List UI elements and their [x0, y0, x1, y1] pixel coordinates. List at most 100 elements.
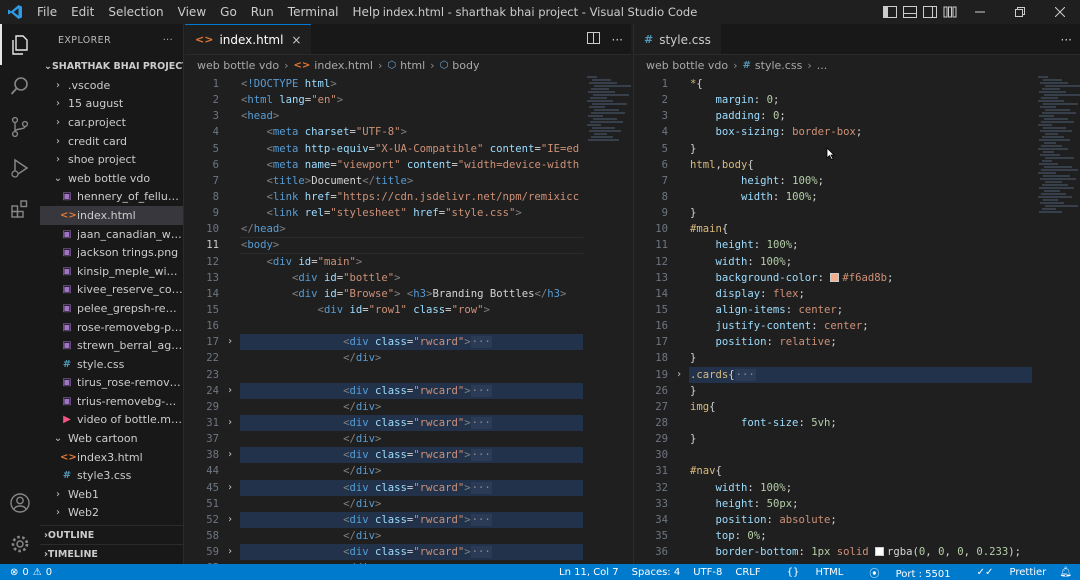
code-line[interactable]: 10 </head>	[185, 221, 583, 237]
minimize-icon[interactable]	[960, 0, 1000, 24]
color-swatch-icon[interactable]	[875, 547, 885, 557]
code-line[interactable]: 31 › <div class="rwcard">···	[185, 414, 583, 432]
file-item[interactable]: ▣ pelee_grepsh-remov...	[40, 299, 183, 318]
explorer-more-icon[interactable]: ···	[163, 35, 173, 46]
close-window-icon[interactable]	[1040, 0, 1080, 24]
code-line[interactable]: 26}	[634, 383, 1032, 399]
encoding[interactable]: UTF-8	[693, 567, 722, 578]
code-line[interactable]: 16	[185, 318, 583, 334]
folded-ellipsis[interactable]: ···	[470, 384, 492, 397]
menu-selection[interactable]: Selection	[101, 0, 170, 24]
code-line[interactable]: 7 height: 100%;	[634, 173, 1032, 189]
code-line[interactable]: 34 position: absolute;	[634, 512, 1032, 528]
code-line[interactable]: 17 › <div class="rwcard">···	[185, 334, 583, 351]
code-editor-html[interactable]: 1 <!DOCTYPE html> 2 <html lang="en"> 3 <head>…	[185, 76, 583, 564]
fold-chevron-icon[interactable]: ›	[227, 480, 237, 496]
more-actions-icon[interactable]: ···	[1061, 33, 1072, 47]
code-line[interactable]: 16 justify-content: center;	[634, 318, 1032, 334]
code-line[interactable]: 29}	[634, 431, 1032, 447]
menu-file[interactable]: File	[30, 0, 64, 24]
breadcrumb-item[interactable]: html	[400, 59, 425, 72]
file-item[interactable]: # style3.css	[40, 466, 183, 485]
cursor-position[interactable]: Ln 11, Col 7	[559, 567, 619, 578]
run-and-debug-icon[interactable]	[0, 147, 40, 188]
code-line[interactable]: 27 img{	[634, 399, 1032, 415]
code-line[interactable]: 58 </div>	[185, 528, 583, 544]
fold-chevron-icon[interactable]: ›	[227, 334, 237, 350]
menu-edit[interactable]: Edit	[64, 0, 101, 24]
code-line[interactable]: 15 align-items: center;	[634, 302, 1032, 318]
folder-item[interactable]: › car.project	[40, 113, 183, 132]
color-swatch-icon[interactable]	[830, 272, 840, 282]
minimap[interactable]	[587, 76, 631, 166]
code-line[interactable]: 18}	[634, 350, 1032, 366]
code-line[interactable]: 13 background-color: #f6ad8b;	[634, 270, 1032, 286]
code-line[interactable]: 35 top: 0%;	[634, 528, 1032, 544]
line-ending[interactable]: CRLF	[735, 567, 760, 578]
tab-index-html[interactable]: <> index.html ×	[185, 24, 312, 54]
more-actions-icon[interactable]: ···	[612, 33, 623, 47]
file-item[interactable]: ▣ hennery_of_fellum-r...	[40, 188, 183, 207]
notifications-bell-icon[interactable]: 🔔︎	[1059, 567, 1072, 578]
code-line[interactable]: 13 <div id="bottle">	[185, 270, 583, 286]
split-editor-icon[interactable]	[586, 32, 600, 47]
folded-ellipsis[interactable]: ···	[470, 449, 492, 462]
file-item[interactable]: ▣ jackson trings.png	[40, 243, 183, 262]
code-line[interactable]: 4 <meta charset="UTF-8">	[185, 124, 583, 140]
code-line[interactable]: 28 font-size: 5vh;	[634, 415, 1032, 431]
code-line[interactable]: 30	[634, 447, 1032, 463]
explorer-icon[interactable]	[0, 24, 40, 65]
code-line[interactable]: 1 *{	[634, 76, 1032, 92]
code-line[interactable]: 11 <body>	[185, 237, 583, 254]
code-line[interactable]: 7 <title>Document</title>	[185, 173, 583, 189]
file-item[interactable]: <> index.html	[40, 206, 183, 225]
folded-ellipsis[interactable]: ···	[470, 416, 492, 429]
code-line[interactable]: 12 <div id="main">	[185, 254, 583, 270]
close-tab-icon[interactable]: ×	[291, 33, 301, 47]
code-line[interactable]: 45 › <div class="rwcard">···	[185, 479, 583, 496]
code-line[interactable]: 29 </div>	[185, 399, 583, 415]
code-line[interactable]: 2 margin: 0;	[634, 92, 1032, 108]
folder-item[interactable]: › .vscode	[40, 76, 183, 95]
folder-item[interactable]: › shoe project	[40, 150, 183, 169]
menu-terminal[interactable]: Terminal	[281, 0, 346, 24]
code-line[interactable]: 33 height: 50px;	[634, 496, 1032, 512]
folder-item[interactable]: › 15 august	[40, 95, 183, 114]
fold-chevron-icon[interactable]: ›	[227, 415, 237, 431]
code-line[interactable]: 19 › .cards{···	[634, 366, 1032, 383]
folder-item[interactable]: › credit card	[40, 132, 183, 151]
folded-ellipsis[interactable]: ···	[734, 368, 756, 381]
code-line[interactable]: 36 border-bottom: 1px solid rgba(0, 0, 0…	[634, 544, 1032, 560]
customize-layout-icon[interactable]	[940, 0, 960, 24]
search-icon[interactable]	[0, 65, 40, 106]
folded-ellipsis[interactable]: ···	[470, 336, 492, 349]
problems-indicator[interactable]: ⊗ 0 ⚠ 0	[0, 567, 52, 578]
folder-item[interactable]: › Web1	[40, 485, 183, 504]
code-line[interactable]: 9}	[634, 205, 1032, 221]
accounts-icon[interactable]	[0, 482, 40, 523]
file-item[interactable]: ▣ kinsip_meple_wishky...	[40, 262, 183, 281]
language-mode[interactable]: {} HTML	[774, 567, 844, 578]
code-line[interactable]: 12 width: 100%;	[634, 254, 1032, 270]
code-line[interactable]: 59 › <div class="rwcard">···	[185, 544, 583, 561]
indentation[interactable]: Spaces: 4	[632, 567, 681, 578]
folder-item[interactable]: ⌄ web bottle vdo	[40, 169, 183, 188]
restore-icon[interactable]	[1000, 0, 1040, 24]
folder-item[interactable]: › Web2	[40, 504, 183, 523]
code-line[interactable]: 4 box-sizing: border-box;	[634, 124, 1032, 140]
code-line[interactable]: 17 position: relative;	[634, 334, 1032, 350]
manage-gear-icon[interactable]	[0, 523, 40, 564]
code-line[interactable]: 8 width: 100%;	[634, 189, 1032, 205]
code-line[interactable]: 31 #nav{	[634, 463, 1032, 479]
breadcrumb-item[interactable]: web bottle vdo	[197, 59, 279, 72]
file-item[interactable]: # style.css	[40, 355, 183, 374]
folded-ellipsis[interactable]: ···	[470, 546, 492, 559]
breadcrumb-item[interactable]: index.html	[314, 59, 373, 72]
menu-view[interactable]: View	[171, 0, 213, 24]
toggle-panel-icon[interactable]	[900, 0, 920, 24]
file-item[interactable]: ▣ tirus_rose-removebg...	[40, 374, 183, 393]
menu-go[interactable]: Go	[213, 0, 244, 24]
fold-chevron-icon[interactable]: ›	[227, 447, 237, 463]
code-line[interactable]: 14 <div id="Browse"> <h3>Branding Bottle…	[185, 286, 583, 302]
file-item[interactable]: ▣ strewn_berral_aged-...	[40, 336, 183, 355]
